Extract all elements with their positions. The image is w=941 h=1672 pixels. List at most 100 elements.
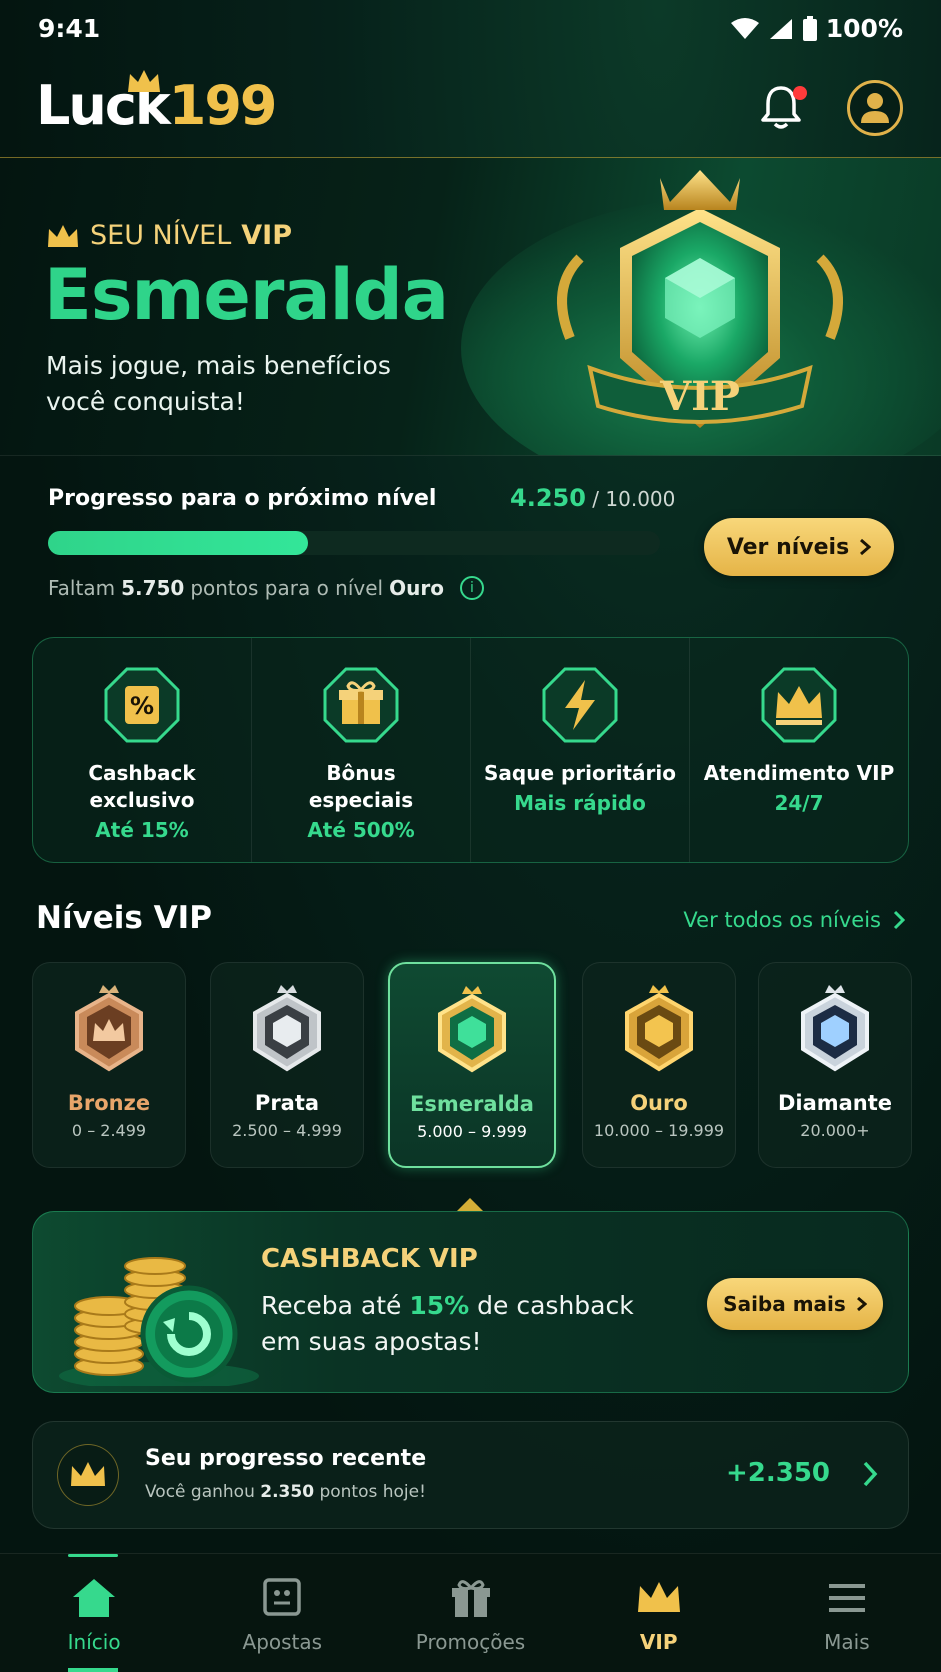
notification-dot [793, 86, 807, 100]
progress-target: 10.000 [605, 487, 676, 511]
cashback-text: Receba até 15% de cashback em suas apost… [261, 1288, 661, 1360]
vip-level-name: Esmeralda [44, 254, 449, 336]
benefit-value: Até 500% [307, 818, 415, 842]
crown-icon [71, 1462, 105, 1486]
crown-icon [48, 224, 78, 247]
chevron-right-icon [893, 910, 905, 930]
level-range: 5.000 – 9.999 [417, 1122, 527, 1141]
bronze-badge-icon [75, 985, 143, 1072]
nav-item-promocoes[interactable]: Promoções [376, 1554, 564, 1672]
recent-subtitle: Você ganhou 2.350 pontos hoje! [145, 1482, 426, 1502]
view-all-levels-label: Ver todos os níveis [683, 908, 881, 932]
percent-icon: % [104, 667, 180, 743]
benefit-title: Bônus especiais [308, 761, 414, 812]
level-name: Diamante [777, 1091, 893, 1115]
silver-badge-icon [253, 985, 321, 1072]
level-card-diamante[interactable]: Diamante 20.000+ [758, 962, 912, 1168]
nav-label: Promoções [415, 1630, 526, 1654]
info-icon[interactable]: i [459, 576, 484, 600]
logo-crown-icon [128, 70, 160, 92]
bottom-navigation: Início Apostas Promoções VIP Mais [0, 1553, 941, 1672]
benefit-title: Atendimento VIP [703, 761, 895, 785]
benefit-title: Cashback exclusivo [88, 761, 196, 812]
crown-icon [761, 667, 837, 743]
recent-title: Seu progresso recente [145, 1446, 427, 1471]
lightning-icon [542, 667, 618, 743]
view-levels-label: Ver níveis [726, 534, 850, 560]
emerald-vip-badge: VIP [557, 170, 843, 428]
emerald-badge-icon [438, 986, 506, 1073]
selected-level-pointer [456, 1198, 484, 1212]
learn-more-label: Saiba mais [723, 1292, 846, 1316]
profile-button[interactable] [847, 80, 903, 136]
cashback-banner[interactable]: CASHBACK VIP Receba até 15% de cashback … [32, 1211, 909, 1393]
recent-sub-suffix: pontos hoje! [319, 1482, 426, 1502]
progress-separator: / [592, 487, 600, 511]
benefits-panel: % Cashback exclusivo Até 15% Bônus especia… [32, 637, 909, 863]
nav-label: VIP [639, 1630, 678, 1654]
recent-sub-prefix: Você ganhou [145, 1482, 255, 1502]
view-all-levels-link[interactable]: Ver todos os níveis [683, 908, 905, 932]
level-name: Ouro [630, 1091, 688, 1115]
benefit-value: 24/7 [774, 791, 824, 815]
progress-current: 4.250 [510, 484, 586, 512]
nav-item-vip[interactable]: VIP [565, 1554, 753, 1672]
level-card-esmeralda[interactable]: Esmeralda 5.000 – 9.999 [388, 962, 556, 1168]
hero-subtitle: Mais jogue, mais benefícios você conquis… [46, 351, 391, 416]
recent-progress-card[interactable]: Seu progresso recente Você ganhou 2.350 … [32, 1421, 909, 1529]
wifi-icon [730, 17, 759, 39]
benefit-withdrawal[interactable]: Saque prioritário Mais rápido [470, 638, 689, 862]
cashback-title: CASHBACK VIP [261, 1244, 478, 1274]
notification-button[interactable] [759, 84, 807, 132]
app-root: 9:41 100% Luck199 SEU NÍVEL VIP Esmerald… [0, 0, 941, 1672]
battery-icon [802, 15, 817, 41]
progress-note: Faltam 5.750 pontos para o nível Ouro i [48, 576, 484, 600]
recent-crown-badge [57, 1444, 119, 1506]
status-indicators: 100% [730, 14, 903, 43]
recent-points-value: +2.350 [725, 1458, 830, 1488]
app-header: Luck199 [0, 60, 941, 158]
status-bar: 9:41 100% [0, 0, 941, 60]
level-card-prata[interactable]: Prata 2.500 – 4.999 [210, 962, 364, 1168]
badge-vip-text: VIP [659, 373, 740, 420]
menu-icon [828, 1584, 865, 1612]
svg-text:%: % [130, 692, 154, 720]
logo-number: 199 [168, 74, 278, 137]
benefit-title: Saque prioritário [484, 761, 676, 785]
level-name: Esmeralda [410, 1092, 534, 1116]
nav-item-mais[interactable]: Mais [753, 1554, 941, 1672]
benefit-support[interactable]: Atendimento VIP 24/7 [689, 638, 908, 862]
nav-label: Mais [824, 1630, 870, 1654]
benefit-value: Até 15% [95, 818, 189, 842]
benefit-cashback[interactable]: % Cashback exclusivo Até 15% [33, 638, 251, 862]
level-card-ouro[interactable]: Ouro 10.000 – 19.999 [582, 962, 736, 1168]
progress-bar [48, 531, 660, 555]
logo[interactable]: Luck199 [36, 70, 278, 137]
chevron-right-icon [856, 1296, 867, 1312]
chevron-right-icon [860, 538, 872, 556]
note-level: Ouro [389, 576, 444, 600]
cashback-highlight: 15% [409, 1291, 470, 1320]
benefit-bonus[interactable]: Bônus especiais Até 500% [251, 638, 470, 862]
level-name: Prata [254, 1091, 320, 1115]
ticket-icon [263, 1578, 302, 1616]
active-tab-underline [68, 1668, 118, 1672]
diamond-badge-icon [801, 985, 869, 1072]
note-middle: pontos para o nível [190, 576, 384, 600]
gift-icon [323, 667, 399, 743]
crown-icon [637, 1582, 680, 1612]
home-icon [73, 1579, 116, 1617]
level-range: 10.000 – 19.999 [593, 1121, 725, 1140]
cashback-text-prefix: Receba até [261, 1291, 402, 1320]
view-levels-button[interactable]: Ver níveis [704, 518, 894, 576]
level-range: 0 – 2.499 [71, 1121, 147, 1140]
user-icon [861, 93, 889, 123]
levels-list: Bronze 0 – 2.499 Prata 2.500 – 4.999 Esm… [32, 962, 912, 1170]
recent-sub-points: 2.350 [260, 1482, 315, 1502]
level-range: 2.500 – 4.999 [232, 1121, 342, 1140]
nav-item-inicio[interactable]: Início [0, 1554, 188, 1672]
note-prefix: Faltam [48, 576, 116, 600]
nav-item-apostas[interactable]: Apostas [188, 1554, 376, 1672]
learn-more-button[interactable]: Saiba mais [707, 1278, 883, 1330]
level-card-bronze[interactable]: Bronze 0 – 2.499 [32, 962, 186, 1168]
